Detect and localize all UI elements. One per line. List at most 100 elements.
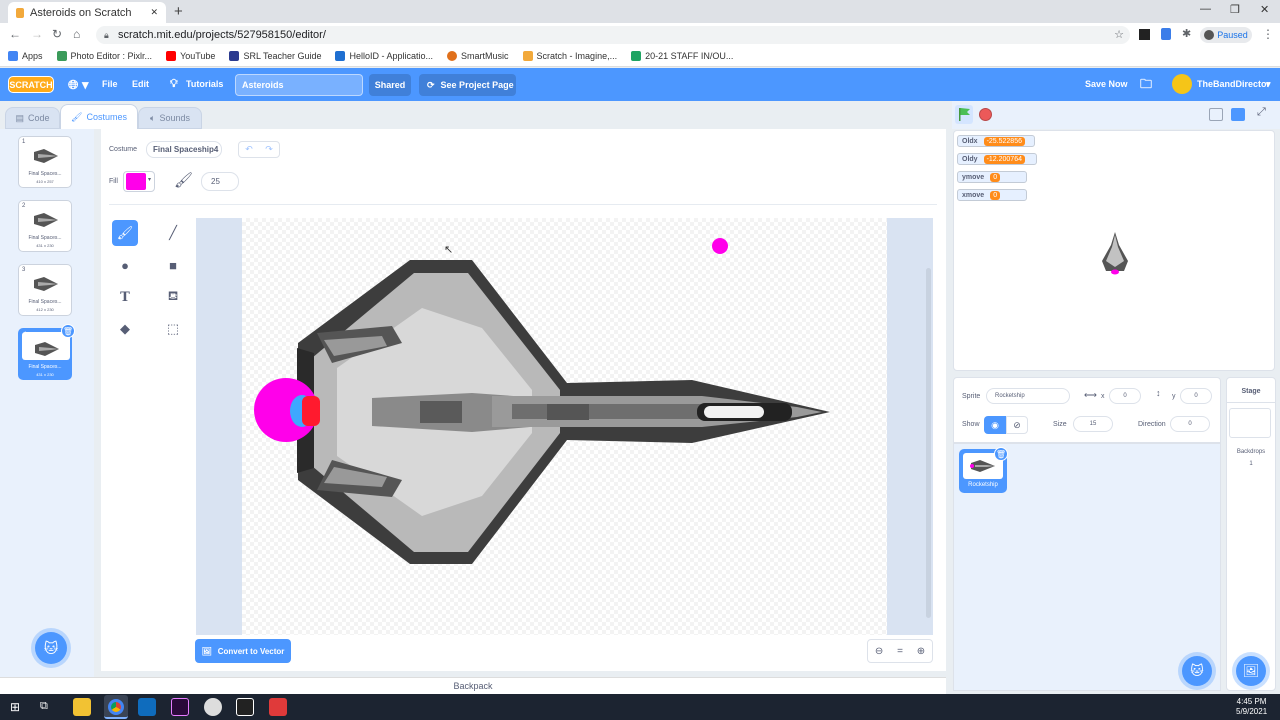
close-tab-icon[interactable]: ✕ [150, 7, 158, 18]
language-globe-icon[interactable]: 🌐︎ ▾ [68, 68, 89, 101]
zoom-in-icon[interactable]: ⊕ [917, 646, 925, 657]
project-title-input[interactable]: Asteroids [235, 74, 363, 96]
new-tab-button[interactable]: + [174, 3, 183, 20]
costume-name-label: Costume [109, 146, 138, 153]
browser-tab[interactable]: Asteroids on Scratch ✕ [8, 2, 166, 23]
zoom-reset-button[interactable]: = [897, 646, 903, 657]
bookmark-item[interactable]: SRL Teacher Guide [229, 51, 321, 61]
tab-sounds[interactable]: 🔈︎ Sounds [138, 107, 202, 129]
variable-monitor[interactable]: xmove 0 [957, 189, 1027, 201]
brush-size-input[interactable]: 25 [201, 172, 239, 191]
fill-bucket-tool-icon[interactable]: ⛾ [160, 284, 186, 310]
canvas-scrollbar[interactable] [926, 268, 931, 618]
reload-icon[interactable]: ↻ [52, 27, 62, 41]
x-input[interactable]: 0 [1109, 388, 1141, 404]
costume-name-input[interactable]: Final Spaceship4 [146, 141, 222, 158]
convert-to-vector-button[interactable]: 🖼︎ Convert to Vector [195, 639, 291, 663]
select-tool-icon[interactable]: ⬚ [160, 316, 186, 342]
normal-stage-icon[interactable] [1231, 108, 1245, 121]
home-icon[interactable]: ⌂ [73, 27, 80, 41]
bookmark-item[interactable]: HelloID - Applicatio... [335, 51, 433, 61]
backpack-bar[interactable]: Backpack [0, 677, 946, 694]
user-avatar[interactable] [1172, 74, 1192, 94]
delete-sprite-trash-icon[interactable]: 🗑︎ [994, 447, 1008, 461]
file-explorer-icon[interactable] [73, 698, 91, 716]
username[interactable]: TheBandDirector [1197, 68, 1270, 101]
extension-qr-icon[interactable] [1139, 29, 1150, 40]
redo-icon[interactable]: ↷ [265, 144, 273, 155]
costume-item[interactable]: 1 Final Spaces... 410 x 257 [18, 136, 72, 188]
bookmark-item[interactable]: Scratch - Imagine,... [522, 51, 617, 61]
profile-button[interactable]: Paused [1200, 27, 1252, 43]
back-icon[interactable]: ← [9, 27, 21, 41]
variable-monitor[interactable]: Oldx -25.522856 [957, 135, 1035, 147]
address-bar[interactable]: 🔒︎ scratch.mit.edu/projects/527958150/ed… [96, 26, 1130, 44]
bookmark-item[interactable]: SmartMusic [447, 51, 509, 61]
green-flag-button[interactable] [955, 105, 973, 124]
size-input[interactable]: 15 [1073, 416, 1113, 432]
tab-costumes[interactable]: 🖌︎ Costumes [60, 104, 138, 129]
small-stage-icon[interactable] [1209, 108, 1223, 121]
text-tool-icon[interactable]: T [112, 284, 138, 310]
circle-tool-icon[interactable]: ● [112, 252, 138, 278]
chrome-menu-icon[interactable]: ⋮ [1262, 27, 1274, 41]
hide-eye-icon[interactable]: ⊘ [1006, 416, 1028, 434]
see-project-page-button[interactable]: ⟳ See Project Page [419, 74, 516, 96]
brush-tool-icon[interactable]: 🖌︎ [112, 220, 138, 246]
variable-monitor[interactable]: Oldy -12.200764 [957, 153, 1037, 165]
bookmark-item[interactable]: 20-21 STAFF IN/OU... [631, 51, 733, 61]
show-eye-icon[interactable]: ◉ [984, 416, 1006, 434]
y-input[interactable]: 0 [1180, 388, 1212, 404]
bookmark-item[interactable]: Photo Editor : Pixlr... [56, 51, 152, 61]
media-player-icon[interactable] [236, 698, 254, 716]
stage-thumbnail[interactable] [1229, 408, 1271, 438]
bookmark-item[interactable]: YouTube [166, 51, 215, 61]
zoom-out-icon[interactable]: ⊖ [875, 646, 883, 657]
edit-menu[interactable]: Edit [132, 68, 149, 101]
taskbar-clock[interactable]: 4:45 PM 5/9/2021 [1236, 697, 1267, 717]
save-now-button[interactable]: Save Now [1085, 68, 1128, 101]
choose-backdrop-icon[interactable]: 🖼︎ [1236, 656, 1266, 686]
undo-icon[interactable]: ↶ [245, 144, 253, 155]
bookmark-item[interactable]: Apps [8, 51, 43, 61]
chrome-taskbar-icon[interactable] [104, 695, 128, 719]
forward-icon[interactable]: → [31, 27, 43, 41]
file-menu[interactable]: File [102, 68, 118, 101]
eraser-tool-icon[interactable]: ◆ [112, 316, 138, 342]
shared-button[interactable]: Shared [369, 74, 411, 96]
screencast-icon[interactable] [269, 698, 287, 716]
sprite-name-input[interactable]: Rocketship [986, 388, 1070, 404]
outlook-icon[interactable] [138, 698, 156, 716]
task-view-icon[interactable]: ⧉ [40, 700, 48, 713]
line-tool-icon[interactable]: ╱ [160, 220, 186, 246]
minimize-button[interactable]: — [1200, 3, 1211, 15]
stage[interactable] [953, 130, 1275, 371]
my-stuff-folder-icon[interactable]: 🗀︎ [1140, 68, 1152, 101]
stop-button[interactable] [979, 108, 992, 121]
close-window-button[interactable]: ✕ [1260, 3, 1269, 16]
tutorials-menu[interactable]: Tutorials [186, 68, 223, 101]
scratch-logo[interactable]: SCRATCH [8, 76, 54, 93]
fullscreen-icon[interactable]: ⤢ [1257, 106, 1266, 119]
premiere-icon[interactable] [171, 698, 189, 716]
y-arrows-icon: ↕ [1156, 388, 1161, 398]
paint-canvas[interactable] [242, 218, 887, 635]
costume-item[interactable]: 3 Final Spaces... 412 x 230 [18, 264, 72, 316]
extensions-puzzle-icon[interactable]: ✱ [1182, 27, 1191, 40]
app-icon[interactable] [204, 698, 222, 716]
maximize-button[interactable]: ❐ [1230, 3, 1240, 16]
windows-start-icon[interactable]: ⊞ [10, 700, 20, 714]
tab-code[interactable]: ▤ Code [5, 107, 60, 129]
delete-costume-trash-icon[interactable]: 🗑︎ [61, 324, 75, 338]
choose-costume-cat-icon[interactable]: 🐱︎ [35, 632, 67, 664]
scratch-menu-bar: 🌐︎ ▾ File Edit 💡︎ Tutorials Save Now 🗀︎ … [0, 68, 1280, 101]
chevron-down-icon: ▾ [147, 177, 151, 183]
rectangle-tool-icon[interactable]: ■ [160, 252, 186, 278]
direction-input[interactable]: 0 [1170, 416, 1210, 432]
choose-sprite-cat-icon[interactable]: 🐱︎ [1182, 656, 1212, 686]
account-chevron-down-icon[interactable]: ▾ [1266, 68, 1271, 101]
star-icon[interactable]: ☆ [1114, 26, 1124, 44]
variable-monitor[interactable]: ymove 0 [957, 171, 1027, 183]
extension-badge-icon[interactable] [1161, 28, 1171, 40]
costume-item[interactable]: 2 Final Spaces... 431 x 230 [18, 200, 72, 252]
